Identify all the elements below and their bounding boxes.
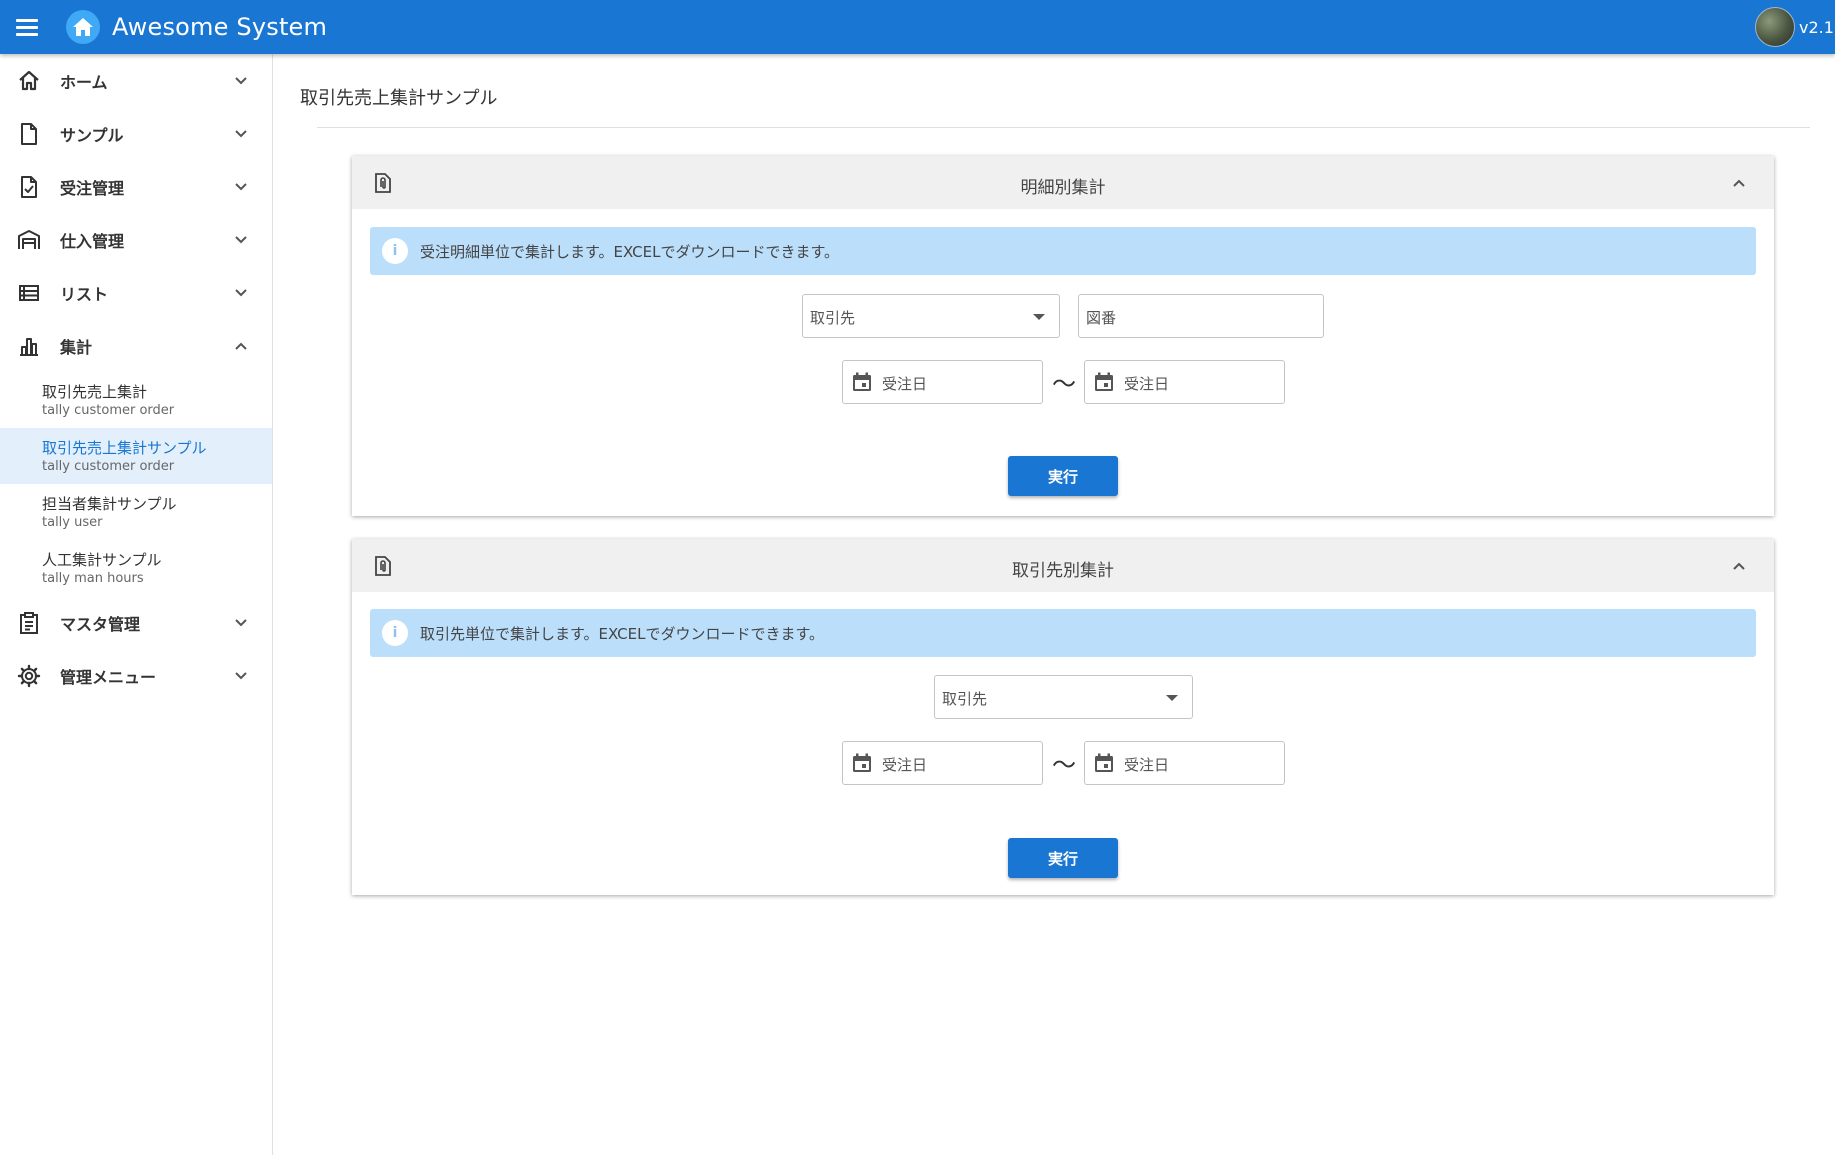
sidebar-item-label: 仕入管理 xyxy=(60,231,125,251)
sidebar-item-label: 集計 xyxy=(60,337,93,357)
order-date-to-placeholder: 受注日 xyxy=(1124,375,1170,393)
info-text: 受注明細単位で集計します。EXCELでダウンロードできます。 xyxy=(420,242,839,261)
dropdown-arrow-icon xyxy=(1166,695,1178,701)
sidebar-subitem-customer-sales[interactable]: 取引先売上集計 tally customer order xyxy=(0,372,272,428)
clipboard-icon xyxy=(16,610,42,636)
chevron-up-icon[interactable] xyxy=(1728,555,1750,577)
subitem-title: 取引先売上集計サンプル xyxy=(42,439,207,457)
sidebar-item-purchasing[interactable]: 仕入管理 xyxy=(0,213,272,266)
document-icon xyxy=(16,121,42,147)
order-date-from-input[interactable]: 受注日 xyxy=(842,741,1043,785)
calendar-icon[interactable] xyxy=(851,752,873,774)
sidebar-item-orders[interactable]: 受注管理 xyxy=(0,160,272,213)
chevron-down-icon xyxy=(232,667,250,685)
bar-chart-icon xyxy=(16,333,42,359)
subitem-description: tally user xyxy=(42,515,103,530)
subitem-title: 取引先売上集計 xyxy=(42,383,148,401)
chevron-down-icon xyxy=(232,614,250,632)
calendar-icon[interactable] xyxy=(1093,752,1115,774)
card-header: 明細別集計 xyxy=(352,156,1774,209)
sidebar-item-home[interactable]: ホーム xyxy=(0,54,272,107)
calendar-icon[interactable] xyxy=(1093,371,1115,393)
app-bar: Awesome System v2.18.1 xyxy=(0,0,1835,54)
customer-select-label: 取引先 xyxy=(942,690,988,708)
sidebar-item-label: マスタ管理 xyxy=(60,614,141,634)
subitem-description: tally man hours xyxy=(42,571,144,586)
detail-tally-card: 明細別集計 i 受注明細単位で集計します。EXCELでダウンロードできます。 取… xyxy=(352,156,1774,516)
home-outline-icon xyxy=(16,68,42,94)
sidebar-item-sample[interactable]: サンプル xyxy=(0,107,272,160)
order-date-to-input[interactable]: 受注日 xyxy=(1084,360,1285,404)
sidebar-item-label: 受注管理 xyxy=(60,178,125,198)
customer-select[interactable]: 取引先 xyxy=(802,294,1060,338)
card-title: 取引先別集計 xyxy=(1012,561,1114,581)
gear-icon xyxy=(16,663,42,689)
customer-select[interactable]: 取引先 xyxy=(934,675,1193,719)
sidebar-subitem-customer-sales-sample[interactable]: 取引先売上集計サンプル tally customer order xyxy=(0,428,272,484)
order-date-to-placeholder: 受注日 xyxy=(1124,756,1170,774)
dropdown-arrow-icon xyxy=(1033,314,1045,320)
order-date-to-input[interactable]: 受注日 xyxy=(1084,741,1285,785)
version-label: v2.18.1 xyxy=(1799,17,1835,37)
card-title: 明細別集計 xyxy=(1020,178,1106,198)
range-tilde: 〜 xyxy=(1052,370,1076,398)
calendar-icon[interactable] xyxy=(851,371,873,393)
card-header: 取引先別集計 xyxy=(352,539,1774,592)
sidebar-subitem-user-tally-sample[interactable]: 担当者集計サンプル tally user xyxy=(0,484,272,540)
run-button[interactable]: 実行 xyxy=(1008,456,1118,496)
chevron-down-icon xyxy=(232,231,250,249)
range-tilde: 〜 xyxy=(1052,751,1076,779)
chevron-down-icon xyxy=(232,284,250,302)
subitem-description: tally customer order xyxy=(42,403,175,418)
sidebar-item-list[interactable]: リスト xyxy=(0,266,272,319)
hamburger-menu-icon[interactable] xyxy=(16,13,44,41)
warehouse-icon xyxy=(16,227,42,253)
sidebar-item-master[interactable]: マスタ管理 xyxy=(0,596,272,649)
sidebar-item-admin[interactable]: 管理メニュー xyxy=(0,649,272,702)
info-icon: i xyxy=(382,238,408,264)
chevron-down-icon xyxy=(232,72,250,90)
sidebar-item-label: ホーム xyxy=(60,72,108,92)
order-date-from-input[interactable]: 受注日 xyxy=(842,360,1043,404)
sidebar-item-label: リスト xyxy=(60,284,109,304)
subitem-title: 人工集計サンプル xyxy=(42,551,162,569)
drawing-number-input[interactable]: 図番 xyxy=(1078,294,1324,338)
info-icon: i xyxy=(382,620,408,646)
main-content: 取引先売上集計サンプル 明細別集計 i 受注明細単位で集計します。EXCELでダ… xyxy=(274,54,1835,1155)
sidebar-subitem-man-hours-sample[interactable]: 人工集計サンプル tally man hours xyxy=(0,540,272,596)
chevron-down-icon xyxy=(232,178,250,196)
sidebar-item-tally[interactable]: 集計 xyxy=(0,319,272,372)
chevron-down-icon xyxy=(232,125,250,143)
order-date-from-placeholder: 受注日 xyxy=(882,375,928,393)
sidebar-item-label: 管理メニュー xyxy=(60,667,157,687)
divider xyxy=(317,127,1810,128)
home-icon[interactable] xyxy=(66,10,100,44)
info-alert: i 受注明細単位で集計します。EXCELでダウンロードできます。 xyxy=(370,227,1756,275)
customer-select-label: 取引先 xyxy=(810,309,856,327)
customer-tally-card: 取引先別集計 i 取引先単位で集計します。EXCELでダウンロードできます。 取… xyxy=(352,539,1774,895)
subitem-title: 担当者集計サンプル xyxy=(42,495,177,513)
info-text: 取引先単位で集計します。EXCELでダウンロードできます。 xyxy=(420,624,824,643)
info-alert: i 取引先単位で集計します。EXCELでダウンロードできます。 xyxy=(370,609,1756,657)
drawing-number-placeholder: 図番 xyxy=(1086,309,1117,327)
chevron-up-icon[interactable] xyxy=(1728,172,1750,194)
sidebar: ホーム サンプル 受注管理 仕入管理 リスト 集計 取引先売上集計 tally … xyxy=(0,54,273,1155)
order-date-from-placeholder: 受注日 xyxy=(882,756,928,774)
app-title: Awesome System xyxy=(112,13,328,41)
avatar[interactable] xyxy=(1755,7,1795,47)
subitem-description: tally customer order xyxy=(42,459,175,474)
document-check-icon xyxy=(16,174,42,200)
sidebar-item-label: サンプル xyxy=(60,125,124,145)
page-title: 取引先売上集計サンプル xyxy=(300,88,498,109)
chevron-up-icon xyxy=(232,337,250,355)
run-button[interactable]: 実行 xyxy=(1008,838,1118,878)
list-icon xyxy=(16,280,42,306)
